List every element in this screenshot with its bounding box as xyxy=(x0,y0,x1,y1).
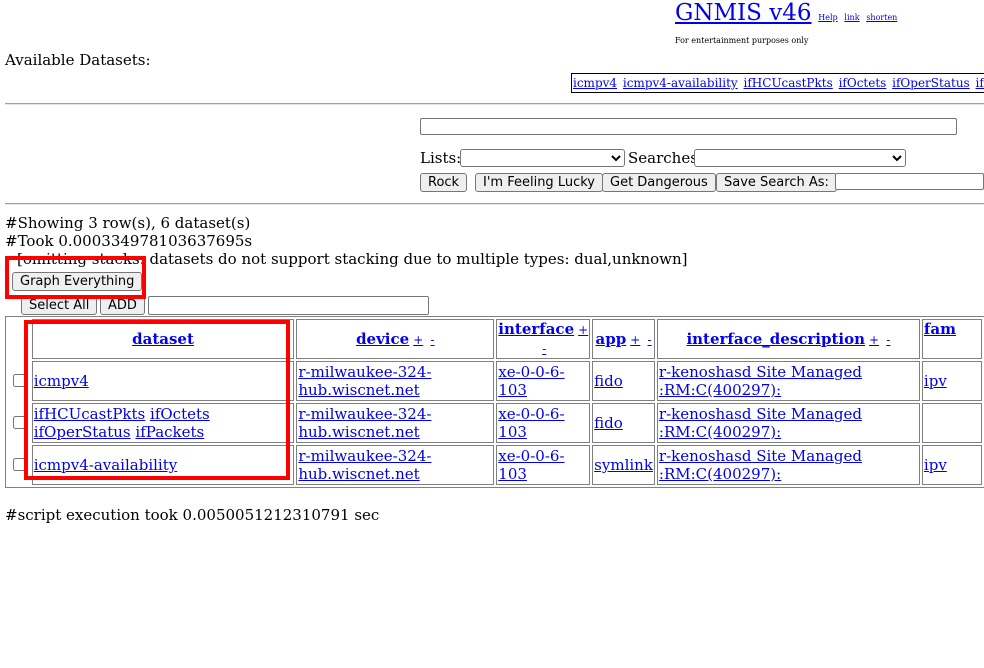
dataset-link-ifoctets[interactable]: ifOctets xyxy=(839,76,887,90)
app-remove-link[interactable]: - xyxy=(648,333,652,347)
save-search-name-input[interactable] xyxy=(835,173,984,190)
app-cell: fido xyxy=(592,361,655,401)
dataset-link-ifpackets[interactable]: ifPackets xyxy=(976,76,984,90)
family-cell xyxy=(921,403,982,443)
device-cell: r-milwaukee-324-hub.wiscnet.net xyxy=(296,361,495,401)
sort-device-link[interactable]: device xyxy=(356,330,409,348)
highlight-box-dataset-column xyxy=(24,320,290,480)
device-remove-link[interactable]: - xyxy=(430,333,434,347)
rock-button[interactable]: Rock xyxy=(420,173,468,192)
device-cell: r-milwaukee-324-hub.wiscnet.net xyxy=(296,445,495,485)
sort-interface-description-link[interactable]: interface_description xyxy=(686,330,865,348)
family-cell: ipv xyxy=(921,361,982,401)
query-time-text: #Took 0.000334978103637695s xyxy=(5,232,253,250)
highlight-box-graph-everything xyxy=(5,256,146,299)
feeling-lucky-button[interactable]: I'm Feeling Lucky xyxy=(475,173,603,192)
dataset-link-icmpv4[interactable]: icmpv4 xyxy=(573,76,617,90)
divider-bottom xyxy=(5,203,984,205)
add-input[interactable] xyxy=(148,296,429,315)
shorten-link[interactable]: shorten xyxy=(866,13,897,22)
column-header-device: device + - xyxy=(296,319,495,359)
interface-description-cell: r-kenoshasd Site Managed :RM:C(400297): xyxy=(656,403,920,443)
help-link[interactable]: Help xyxy=(818,13,837,22)
app-header: GNMIS v46 Help link shorten xyxy=(675,0,897,26)
interface-add-link[interactable]: + xyxy=(578,323,588,337)
interface-description-add-link[interactable]: + xyxy=(869,333,879,347)
row-interface-link[interactable]: xe-0-0-6-103 xyxy=(498,447,564,483)
lists-select[interactable] xyxy=(460,149,625,167)
permalink-link[interactable]: link xyxy=(844,13,859,22)
row-interface-description-link[interactable]: r-kenoshasd Site Managed :RM:C(400297): xyxy=(659,363,862,399)
available-datasets-label: Available Datasets: xyxy=(5,51,151,69)
family-cell: ipv xyxy=(921,445,982,485)
column-header-interface: interface + - xyxy=(496,319,591,359)
row-family-link[interactable]: ipv xyxy=(924,372,947,390)
dataset-link-ifhcucastpkts[interactable]: ifHCUcastPkts xyxy=(744,76,833,90)
dataset-link-icmpv4-availability[interactable]: icmpv4-availability xyxy=(623,76,738,90)
interface-cell: xe-0-0-6-103 xyxy=(496,445,591,485)
row-interface-link[interactable]: xe-0-0-6-103 xyxy=(498,363,564,399)
interface-description-cell: r-kenoshasd Site Managed :RM:C(400297): xyxy=(656,445,920,485)
column-header-interface-description: interface_description + - xyxy=(656,319,920,359)
sort-family-link[interactable]: fam xyxy=(924,320,956,338)
row-device-link[interactable]: r-milwaukee-324-hub.wiscnet.net xyxy=(298,405,431,441)
searches-select[interactable] xyxy=(694,149,906,167)
dataset-link-ifoperstatus[interactable]: ifOperStatus xyxy=(892,76,970,90)
save-search-button[interactable]: Save Search As: xyxy=(716,173,837,192)
interface-cell: xe-0-0-6-103 xyxy=(496,403,591,443)
interface-description-cell: r-kenoshasd Site Managed :RM:C(400297): xyxy=(656,361,920,401)
row-app-link[interactable]: symlink xyxy=(594,456,653,474)
device-add-link[interactable]: + xyxy=(413,333,423,347)
script-execution-time-text: #script execution took 0.005005121231079… xyxy=(5,506,380,524)
tagline: For entertainment purposes only xyxy=(675,36,809,45)
device-cell: r-milwaukee-324-hub.wiscnet.net xyxy=(296,403,495,443)
row-app-link[interactable]: fido xyxy=(594,414,623,432)
sort-interface-link[interactable]: interface xyxy=(498,320,574,338)
app-title-link[interactable]: GNMIS v46 xyxy=(675,0,811,26)
row-interface-description-link[interactable]: r-kenoshasd Site Managed :RM:C(400297): xyxy=(659,447,862,483)
row-interface-link[interactable]: xe-0-0-6-103 xyxy=(498,405,564,441)
searches-label: Searches: xyxy=(628,149,703,167)
lists-label: Lists: xyxy=(420,149,462,167)
app-cell: symlink xyxy=(592,445,655,485)
app-cell: fido xyxy=(592,403,655,443)
get-dangerous-button[interactable]: Get Dangerous xyxy=(602,173,716,192)
available-datasets-strip: icmpv4 icmpv4-availability ifHCUcastPkts… xyxy=(571,73,984,93)
row-interface-description-link[interactable]: r-kenoshasd Site Managed :RM:C(400297): xyxy=(659,405,862,441)
search-query-input[interactable] xyxy=(420,118,957,135)
app-add-link[interactable]: + xyxy=(630,333,640,347)
interface-remove-link[interactable]: - xyxy=(542,342,546,356)
row-app-link[interactable]: fido xyxy=(594,372,623,390)
showing-count-text: #Showing 3 row(s), 6 dataset(s) xyxy=(5,214,251,232)
column-header-family: fam xyxy=(921,319,982,359)
row-device-link[interactable]: r-milwaukee-324-hub.wiscnet.net xyxy=(298,447,431,483)
divider-top xyxy=(5,103,984,105)
column-header-app: app + - xyxy=(592,319,655,359)
row-device-link[interactable]: r-milwaukee-324-hub.wiscnet.net xyxy=(298,363,431,399)
interface-cell: xe-0-0-6-103 xyxy=(496,361,591,401)
row-family-link[interactable]: ipv xyxy=(924,456,947,474)
sort-app-link[interactable]: app xyxy=(596,330,627,348)
interface-description-remove-link[interactable]: - xyxy=(886,333,890,347)
